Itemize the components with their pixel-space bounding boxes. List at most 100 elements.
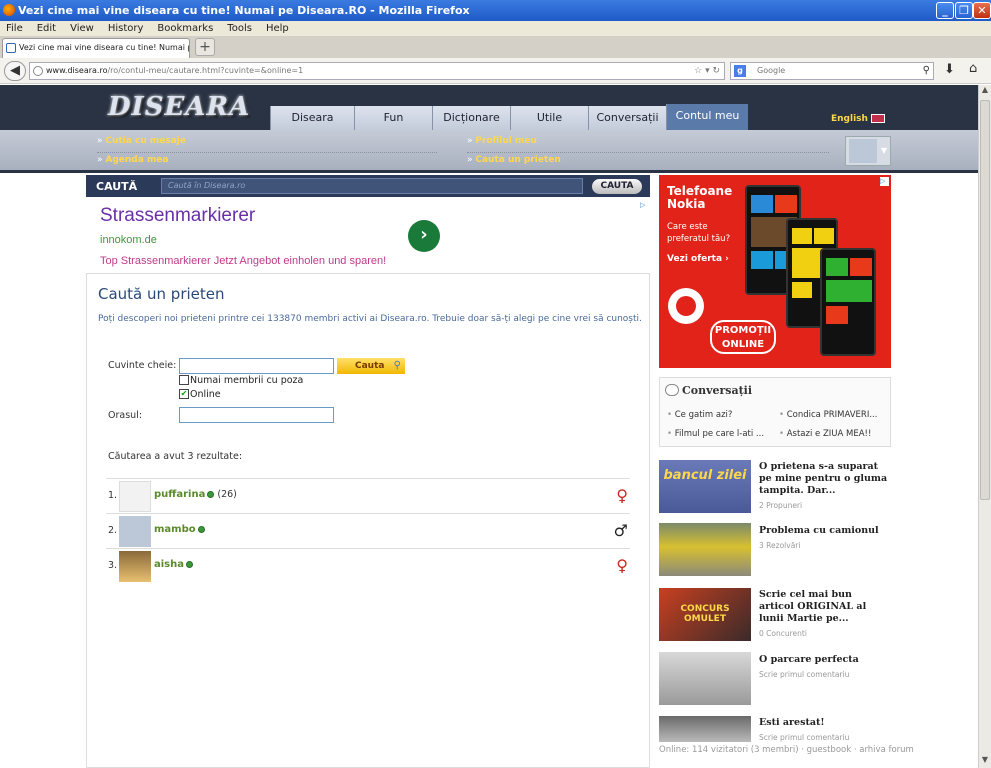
search-icon[interactable]: ⚲ [923, 63, 930, 79]
result-number: 3. [108, 560, 118, 571]
adchoices-icon[interactable]: ▷ [640, 201, 649, 210]
tab-fun[interactable]: Fun [354, 106, 432, 130]
browser-tab[interactable]: Vezi cine mai vine diseara cu tine! Numa… [2, 38, 190, 58]
menu-bookmarks[interactable]: Bookmarks [157, 23, 213, 34]
results-summary: Căutarea a avut 3 rezultate: [108, 451, 243, 462]
tab-contul-meu[interactable]: Contul meu [666, 104, 748, 130]
site-search-button[interactable]: CAUTA [592, 179, 642, 194]
url-domain: www.diseara.ro [46, 66, 108, 75]
side-item-title[interactable]: O parcare perfecta [759, 654, 889, 666]
tab-diseara[interactable]: Diseara [270, 106, 354, 130]
result-avatar[interactable] [119, 516, 151, 547]
menu-file[interactable]: File [6, 23, 23, 34]
chevron-down-icon: ▼ [880, 146, 887, 155]
ad-arrow-icon[interactable]: › [408, 220, 440, 252]
arrest-thumbnail[interactable] [659, 716, 751, 742]
menu-view[interactable]: View [70, 23, 94, 34]
male-icon: ♂ [613, 521, 628, 540]
favicon-icon [6, 43, 16, 53]
home-icon[interactable]: ⌂ [969, 61, 977, 76]
link-cutia-cu-mesaje[interactable]: Cutia cu mesaje [97, 136, 186, 146]
menu-help[interactable]: Help [266, 23, 289, 34]
result-row: 3. aisha ♀ [106, 548, 630, 583]
keywords-input[interactable] [179, 358, 334, 374]
side-item-title[interactable]: Scrie cel mai bun articol ORIGINAL al lu… [759, 589, 889, 625]
result-row: 2. mambo ♂ [106, 513, 630, 548]
result-name-link[interactable]: aisha [154, 559, 193, 570]
user-avatar-menu[interactable]: ▼ [845, 136, 891, 166]
side-item-subtitle: 3 Rezolvări [759, 541, 801, 550]
conversatii-title[interactable]: Conversații [682, 384, 752, 397]
adchoices-icon[interactable]: ▷ [880, 177, 889, 186]
search-button-label: Cauta [355, 361, 385, 371]
result-avatar[interactable] [119, 551, 151, 582]
site-logo[interactable]: DISEARA [108, 89, 249, 125]
keywords-label: Cuvinte cheie: [108, 360, 177, 371]
bancul-zilei-thumbnail[interactable]: bancul zilei [659, 460, 751, 513]
ad-description[interactable]: Top Strassenmarkierer Jetzt Angebot einh… [100, 255, 386, 267]
result-name: aisha [154, 559, 184, 570]
city-input[interactable] [179, 407, 334, 423]
online-footer: Online: 114 vizitatori (3 membri) · gues… [659, 745, 914, 755]
url-bar[interactable]: www.diseara.ro/ro/contul-meu/cautare.htm… [29, 62, 725, 80]
language-switch[interactable]: English [831, 114, 885, 124]
menu-history[interactable]: History [108, 23, 144, 34]
result-avatar[interactable] [119, 481, 151, 512]
result-name-link[interactable]: puffarina (26) [154, 489, 237, 500]
truck-thumbnail[interactable] [659, 523, 751, 576]
link-cauta-un-prieten[interactable]: Cauta un prieten [467, 155, 560, 165]
back-button[interactable]: ◀ [4, 61, 26, 81]
site-search-input[interactable]: Caută în Diseara.ro [161, 178, 583, 194]
side-item-title[interactable]: Problema cu camionul [759, 525, 889, 537]
conversation-link[interactable]: Astazi e ZIUA MEA!! [779, 429, 872, 439]
scrollbar-thumb[interactable] [980, 100, 990, 500]
side-item-title[interactable]: Esti arestat! [759, 717, 889, 729]
uk-flag-icon [870, 114, 885, 123]
conversation-link[interactable]: Condica PRIMAVERI... [779, 410, 878, 420]
ad-title[interactable]: Strassenmarkierer [100, 205, 255, 227]
page-title: Caută un prieten [98, 285, 225, 303]
only-photo-checkbox[interactable] [179, 375, 189, 385]
window-title-bar: Vezi cine mai vine diseara cu tine! Numa… [0, 0, 991, 21]
online-checkbox[interactable]: ✔ [179, 389, 189, 399]
close-button[interactable]: ✕ [973, 2, 991, 19]
scroll-up-icon[interactable]: ▲ [979, 85, 991, 97]
result-number: 2. [108, 525, 118, 536]
parking-thumbnail[interactable] [659, 652, 751, 705]
new-tab-button[interactable]: + [195, 38, 215, 56]
result-number: 1. [108, 490, 118, 501]
nokia-promo-badge: PROMOȚII ONLINE [710, 320, 776, 354]
result-name: puffarina [154, 489, 206, 500]
scroll-down-icon[interactable]: ▼ [979, 755, 991, 767]
bookmark-star-icon[interactable]: ☆ ▾ ↻ [694, 63, 720, 79]
city-label: Orasul: [108, 410, 143, 421]
minimize-button[interactable]: _ [936, 2, 954, 19]
link-profilul-meu[interactable]: Profilul meu [467, 136, 537, 146]
ad-domain[interactable]: innokom.de [100, 234, 157, 246]
browser-search-input[interactable]: g Google ⚲ [730, 62, 934, 80]
female-icon: ♀ [616, 556, 628, 575]
google-icon: g [734, 65, 746, 77]
tab-conversatii[interactable]: Conversații [588, 106, 666, 130]
result-count: (26) [217, 489, 237, 500]
search-button[interactable]: Cauta ⚲ [337, 358, 405, 374]
result-name-link[interactable]: mambo [154, 524, 205, 535]
divider [467, 152, 829, 153]
tab-utile[interactable]: Utile [510, 106, 588, 130]
menu-edit[interactable]: Edit [37, 23, 56, 34]
url-path: /ro/contul-meu/cautare.html?cuvinte=&onl… [107, 66, 304, 75]
search-engine-label: Google [757, 66, 786, 75]
link-agenda-mea[interactable]: Agenda mea [97, 155, 168, 165]
tab-dictionare[interactable]: Dicționare [432, 106, 510, 130]
menu-tools[interactable]: Tools [227, 23, 252, 34]
online-status-icon [186, 560, 193, 568]
nokia-ad-cta[interactable]: Vezi oferta › [667, 254, 729, 264]
maximize-button[interactable]: ❐ [955, 2, 973, 19]
concurs-thumbnail[interactable]: concurs omulet [659, 588, 751, 641]
result-row: 1. puffarina (26) ♀ [106, 478, 630, 513]
download-icon[interactable]: ⬇ [944, 62, 955, 77]
language-label: English [831, 114, 868, 124]
side-item-title[interactable]: O prietena s-a suparat pe mine pentru o … [759, 461, 889, 497]
conversation-link[interactable]: Filmul pe care l-ati ... [667, 429, 764, 439]
conversation-link[interactable]: Ce gatim azi? [667, 410, 733, 420]
